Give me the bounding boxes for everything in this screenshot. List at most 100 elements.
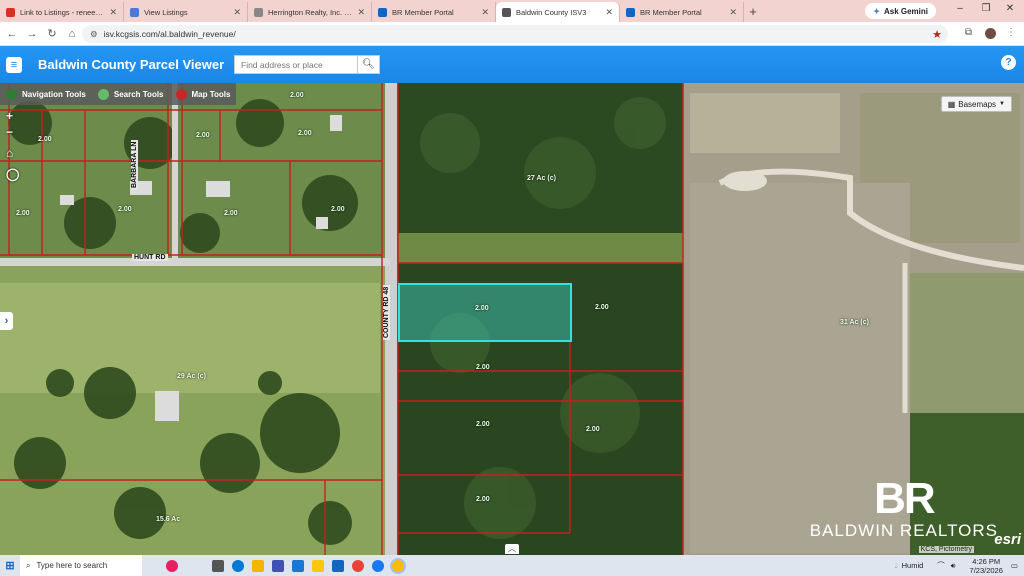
parcel-label: 2.00 [475,305,489,312]
minimize-icon[interactable]: – [950,3,970,14]
close-tab-icon[interactable]: ✕ [357,7,365,18]
parcel-label: 2.00 [290,92,304,99]
navigation-tools-button[interactable]: Navigation Tools [0,83,92,105]
chevron-up-icon[interactable]: ︿ [505,544,519,554]
bookmark-star-icon[interactable]: ★ [932,28,942,41]
map-attribution: KCS, Pictometry [918,546,974,553]
url-text: isv.kcgsis.com/al.baldwin_revenue/ [103,29,236,39]
task-view-icon[interactable] [212,559,224,572]
chrome-active-icon[interactable] [392,559,404,572]
restore-icon[interactable]: ❐ [976,3,996,14]
hamburger-menu-icon[interactable]: ≡ [6,56,22,73]
store-icon[interactable] [272,559,284,572]
browser-tab[interactable]: Link to Listings - reneedonedr... ✕ [0,2,124,22]
close-tab-icon[interactable]: ✕ [233,7,241,18]
br-icon [378,7,387,17]
clock[interactable]: 4:26 PM 7/23/2026 [970,557,1003,575]
page-icon [254,7,263,17]
app-icon[interactable] [312,559,324,572]
notification-icon[interactable]: ▭ [1011,561,1018,570]
basemaps-button[interactable]: ▦ Basemaps ▼ [940,96,1012,112]
map-tools-label: Map Tools [191,89,231,99]
windows-start-icon[interactable]: ⊞ [0,559,20,572]
browser-tab[interactable]: View Listings ✕ [124,2,248,22]
watermark-text: BALDWIN REALTORS [809,521,998,540]
parcel-label: 2.00 [196,132,210,139]
back-icon[interactable]: ← [2,28,22,40]
facebook-icon[interactable] [372,559,384,572]
map-tools-button[interactable]: Map Tools [170,83,237,105]
browser-tab[interactable]: Herrington Realty, Inc. - Search✕ [248,2,372,22]
mail-icon[interactable] [292,559,304,572]
locate-icon[interactable]: ◯ [6,167,19,181]
url-field[interactable]: ⚙ isv.kcgsis.com/al.baldwin_revenue/ ★ [82,25,948,43]
address-bar: ← → ↻ ⌂ ⚙ isv.kcgsis.com/al.baldwin_reve… [0,22,1024,46]
network-icon[interactable]: ⌒ [937,560,945,571]
weather-label: Humid [901,561,924,570]
navigation-icon [6,88,17,100]
ask-gemini-label: Ask Gemini [883,6,928,16]
menu-icon[interactable]: ⋮ [1006,27,1016,38]
map-toolbar: Navigation Tools Search Tools Map Tools [0,83,237,105]
weather-icon: 💧︎ [894,560,898,570]
browser-tab[interactable]: Baldwin County ISV3 ✕ [496,2,620,22]
outlook-icon[interactable] [332,559,344,572]
search-tools-button[interactable]: Search Tools [92,83,170,105]
extensions-icon[interactable]: ⧉ [965,27,972,38]
chrome-icon[interactable] [352,559,364,572]
baldwin-realtors-watermark: BR BALDWIN REALTORS [810,477,998,541]
home-extent-icon[interactable]: ⌂ [6,146,13,160]
esri-logo: esri [994,531,1021,548]
parcel-label: 2.00 [224,210,238,217]
parcel-label: 2.00 [331,206,345,213]
close-tab-icon[interactable]: ✕ [605,7,613,18]
road-label-barbara-ln: BARBARA LN [131,139,138,190]
zoom-out-icon[interactable]: − [6,125,13,139]
acre-label: 15.6 Ac [156,516,181,523]
map-view[interactable]: 2.00 2.00 2.00 2.00 2.00 2.00 2.00 2.00 … [0,83,1024,555]
taskbar-search-field[interactable]: ⌕ Type here to search [20,555,142,576]
browser-tab[interactable]: BR Member Portal ✕ [620,2,744,22]
close-tab-icon[interactable]: ✕ [109,7,117,18]
parcel-label: 2.00 [476,364,490,371]
new-tab-button[interactable]: + [744,2,762,22]
map-tools-icon [175,88,187,100]
browser-tab[interactable]: BR Member Portal ✕ [372,2,496,22]
site-info-icon[interactable]: ⚙ [90,29,98,40]
ask-gemini-button[interactable]: ✦ Ask Gemini [865,3,936,19]
address-search-input[interactable] [234,55,358,74]
search-icon: 🔍︎ [362,59,375,70]
close-window-icon[interactable]: ✕ [1000,3,1020,14]
taskbar-search-placeholder: Type here to search [36,561,108,570]
close-tab-icon[interactable]: ✕ [481,7,489,18]
zoom-in-icon[interactable]: + [6,109,13,123]
help-icon[interactable]: ? [1001,55,1016,70]
app-header: ≡ Baldwin County Parcel Viewer 🔍︎ ? [0,46,1024,83]
file-explorer-icon[interactable] [252,559,264,572]
parcel-label: 2.00 [16,210,30,217]
forward-icon[interactable]: → [22,28,42,40]
profile-avatar[interactable] [985,28,996,39]
reload-icon[interactable]: ↻ [42,27,62,40]
parcel-label: 2.00 [298,130,312,137]
gemini-icon: ✦ [873,6,880,16]
parcel-label: 2.00 [595,304,609,311]
search-button[interactable]: 🔍︎ [357,55,380,74]
tab-label: View Listings [144,7,188,17]
caret-down-icon: ▼ [999,101,1005,107]
home-icon[interactable]: ⌂ [62,28,82,40]
parcel-label: 2.00 [586,426,600,433]
acre-label: 29 Ac (c) [177,373,206,380]
expand-panel-icon[interactable]: › [0,312,13,330]
gmail-icon [6,7,15,17]
road-label-county-rd-48: COUNTY RD 48 [383,284,390,340]
browser-tab-strip: Link to Listings - reneedonedr...✕View L… [0,0,1024,22]
parcel-label: 2.00 [476,421,490,428]
search-tools-label: Search Tools [113,89,164,99]
globe-icon [502,7,511,17]
volume-icon[interactable]: 🔊︎ [951,561,956,571]
edge-icon[interactable] [232,559,244,572]
close-tab-icon[interactable]: ✕ [729,7,737,18]
grid-icon: ▦ [947,99,956,109]
search-tools-icon [97,88,109,100]
